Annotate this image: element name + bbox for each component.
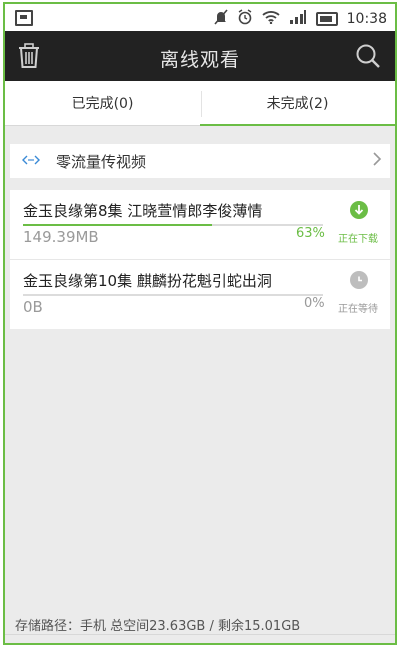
page-title: 离线观看 [159, 49, 240, 71]
title-bar: 离线观看 [5, 31, 395, 81]
download-item[interactable]: 金玉良缘第8集 江晓萱情郎李俊薄情 149.39MB 63% 正在下载 [10, 190, 390, 259]
zero-traffic-icon [22, 155, 40, 168]
divider [5, 634, 395, 635]
clock-icon[interactable] [350, 271, 368, 289]
tab-completed[interactable]: 已完成(0) [5, 81, 200, 125]
download-size: 0B [23, 298, 43, 316]
progress-fill [23, 224, 212, 226]
zero-traffic-row[interactable]: 零流量传视频 [10, 144, 390, 178]
progress-track [23, 224, 323, 226]
chevron-right-icon [372, 151, 382, 172]
status-icons: 10:38 [214, 9, 387, 29]
download-title: 金玉良缘第8集 江晓萱情郎李俊薄情 [23, 202, 263, 220]
download-status: 正在下载 [338, 234, 378, 245]
app-frame: 10:38 离线观看 已完成(0) 未完成(2) 零流量传视频 金玉良缘第8集 … [3, 2, 397, 645]
download-percent: 0% [304, 296, 325, 311]
progress-track [23, 294, 323, 296]
zero-traffic-label: 零流量传视频 [56, 152, 147, 171]
battery-icon [315, 12, 338, 26]
signal-icon [289, 10, 307, 28]
search-icon[interactable] [355, 43, 381, 69]
status-bar: 10:38 [5, 4, 395, 31]
download-arrow-icon[interactable] [350, 201, 368, 219]
download-list: 金玉良缘第8集 江晓萱情郎李俊薄情 149.39MB 63% 正在下载 金玉良缘… [10, 190, 390, 329]
tab-incomplete[interactable]: 未完成(2) [200, 81, 395, 126]
download-status: 正在等待 [338, 304, 378, 315]
download-item[interactable]: 金玉良缘第10集 麒麟扮花魁引蛇出洞 0B 0% 正在等待 [10, 259, 390, 329]
alarm-icon [237, 9, 253, 29]
mute-icon [214, 9, 228, 29]
tab-bar: 已完成(0) 未完成(2) [5, 81, 395, 126]
download-percent: 63% [296, 226, 325, 241]
wifi-icon [262, 10, 280, 28]
status-time: 10:38 [346, 11, 387, 27]
screenshot-icon [15, 10, 33, 26]
download-size: 149.39MB [23, 228, 99, 246]
download-title: 金玉良缘第10集 麒麟扮花魁引蛇出洞 [23, 272, 272, 290]
storage-info: 存储路径：手机 总空间23.63GB / 剩余15.01GB [15, 619, 301, 634]
